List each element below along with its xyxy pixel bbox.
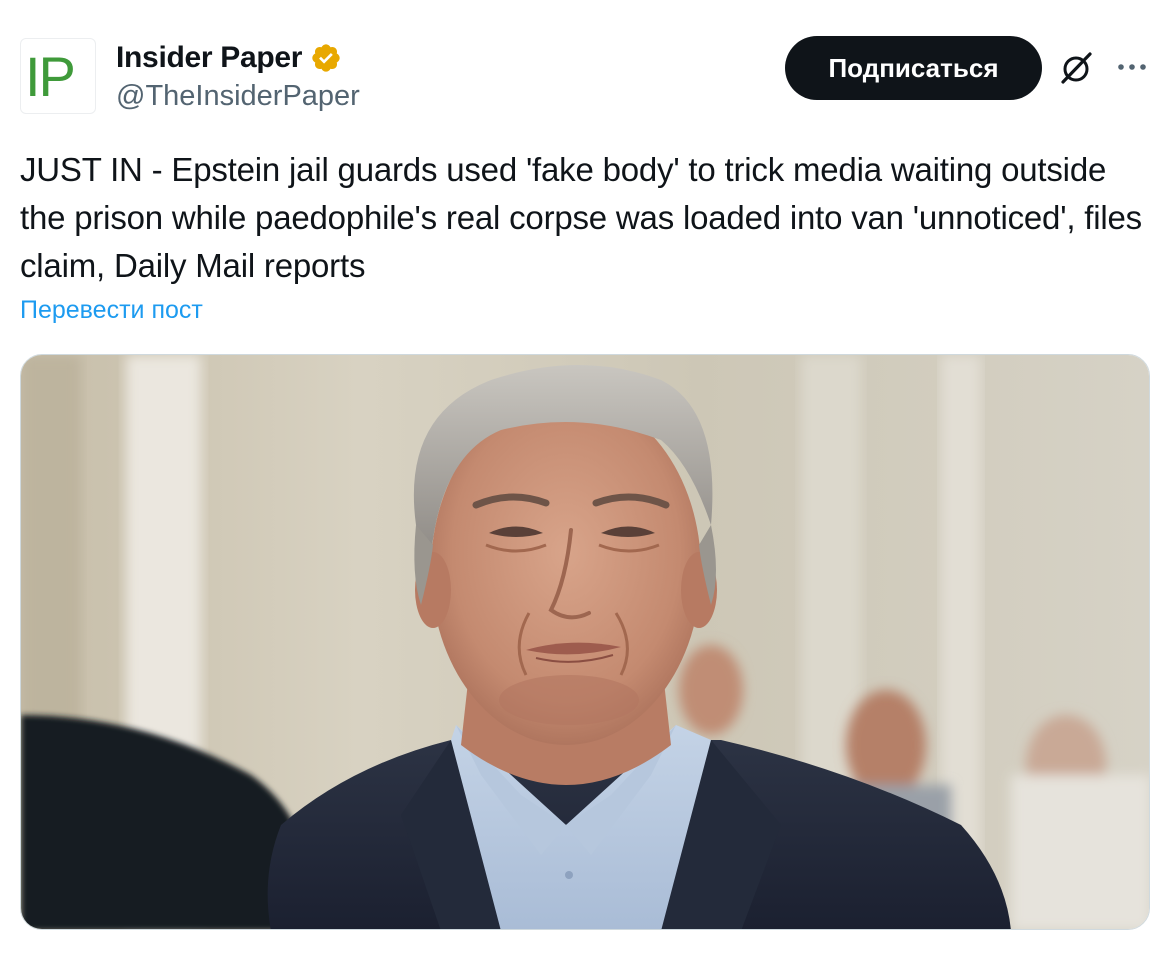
- avatar[interactable]: IP: [20, 38, 96, 114]
- author-name-row: Insider Paper: [116, 38, 342, 78]
- author-handle[interactable]: @TheInsiderPaper: [116, 80, 360, 113]
- verified-badge-icon[interactable]: [310, 42, 342, 74]
- post-header: IP Insider Paper @TheInsiderPaper Подпис…: [20, 36, 1152, 116]
- post-text: JUST IN - Epstein jail guards used 'fake…: [20, 151, 1142, 284]
- avatar-logo-text: IP: [25, 45, 76, 108]
- translate-post-link[interactable]: Перевести пост: [20, 296, 203, 325]
- post-media-photo[interactable]: [20, 354, 1150, 930]
- grok-icon[interactable]: [1059, 50, 1095, 86]
- photo-of-man-in-suit: [21, 355, 1149, 929]
- author-display-name[interactable]: Insider Paper: [116, 41, 302, 75]
- subscribe-button[interactable]: Подписаться: [785, 36, 1042, 100]
- more-icon[interactable]: [1114, 52, 1150, 82]
- post-card: IP Insider Paper @TheInsiderPaper Подпис…: [0, 0, 1172, 959]
